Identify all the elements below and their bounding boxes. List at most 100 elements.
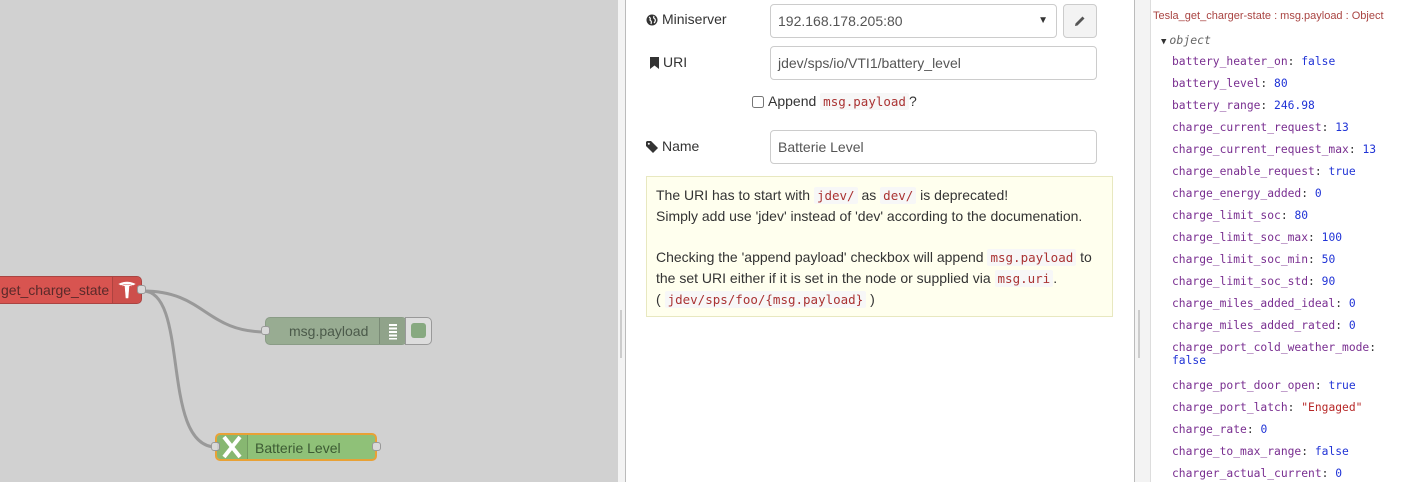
bookmark-icon <box>650 57 659 69</box>
property-key: battery_heater_on <box>1172 55 1288 68</box>
chevron-down-icon: ▼ <box>1038 15 1048 26</box>
loxone-batterie-level-node[interactable]: Batterie Level <box>211 433 381 461</box>
debug-property-row[interactable]: charge_limit_soc_max: 100 <box>1172 231 1342 244</box>
uri-input[interactable]: jdev/sps/io/VTI1/battery_level <box>770 46 1097 80</box>
list-icon <box>379 318 406 344</box>
append-label: Append <box>768 93 817 109</box>
property-value: false <box>1314 445 1349 458</box>
property-key: charge_port_latch <box>1172 401 1288 414</box>
help-tip: The URI has to start with jdev/ as dev/ … <box>646 176 1113 317</box>
input-port[interactable] <box>261 326 270 335</box>
property-value: 246.98 <box>1274 99 1315 112</box>
debug-property-row[interactable]: charge_current_request_max: 13 <box>1172 143 1376 156</box>
property-value: 100 <box>1321 231 1343 244</box>
debug-node[interactable]: msg.payload <box>261 317 407 345</box>
property-value: 13 <box>1335 121 1349 134</box>
property-key: charge_energy_added <box>1172 187 1302 200</box>
property-value: 90 <box>1321 275 1336 288</box>
wire-to-debug <box>142 289 267 334</box>
debug-property-row[interactable]: charge_enable_request: true <box>1172 165 1356 178</box>
debug-property-row[interactable]: battery_level: 80 <box>1172 77 1288 90</box>
editor-resize-handle[interactable] <box>618 0 626 482</box>
toggle-indicator <box>411 323 426 338</box>
miniserver-label: Miniserver <box>646 11 727 27</box>
debug-sidebar: Tesla_get_charger-state : msg.payload : … <box>1151 0 1403 482</box>
caret-down-icon: ▼ <box>1161 37 1167 47</box>
property-key: charge_limit_soc_max <box>1172 231 1309 244</box>
globe-icon <box>646 14 658 26</box>
property-key: charge_limit_soc_std <box>1172 275 1309 288</box>
node-label: Batterie Level <box>255 440 341 456</box>
property-value: "Engaged" <box>1301 401 1363 414</box>
miniserver-value: 192.168.178.205:80 <box>778 13 903 29</box>
property-separator: : <box>1314 379 1329 392</box>
property-key: charge_port_cold_weather_mode <box>1172 341 1370 354</box>
property-separator: : <box>1301 187 1315 200</box>
property-value: true <box>1328 165 1356 178</box>
debug-property-row[interactable]: charge_port_door_open: true <box>1172 379 1356 392</box>
output-port[interactable] <box>372 442 381 451</box>
property-key: charger_actual_current <box>1172 467 1322 480</box>
debug-property-row[interactable]: charge_limit_soc_min: 50 <box>1172 253 1335 266</box>
debug-property-row[interactable]: charge_port_latch: "Engaged" <box>1172 401 1362 414</box>
property-value: 0 <box>1348 297 1356 310</box>
miniserver-select[interactable]: 192.168.178.205:80 ▼ <box>770 4 1057 38</box>
debug-property-row[interactable]: battery_range: 246.98 <box>1172 99 1315 112</box>
property-key: charge_miles_added_ideal <box>1172 297 1336 310</box>
debug-property-row[interactable]: charge_energy_added: 0 <box>1172 187 1322 200</box>
debug-property-row[interactable]: charge_miles_added_ideal: 0 <box>1172 297 1356 310</box>
debug-property-row[interactable]: charge_current_request: 13 <box>1172 121 1349 134</box>
debug-property-row[interactable]: charger_actual_current: 0 <box>1172 467 1342 480</box>
uri-label: URI <box>650 54 687 70</box>
debug-object-root[interactable]: ▼ object <box>1161 33 1211 47</box>
debug-property-row[interactable]: charge_rate: 0 <box>1172 423 1267 436</box>
property-key: charge_limit_soc <box>1172 209 1281 222</box>
edit-miniserver-button[interactable] <box>1063 4 1097 38</box>
debug-message-topic[interactable]: Tesla_get_charger-state : msg.payload : … <box>1153 10 1384 22</box>
sidebar-resize-handle[interactable] <box>1134 0 1151 482</box>
property-separator: : <box>1246 423 1261 436</box>
property-separator: : <box>1335 297 1349 310</box>
wires <box>142 289 267 449</box>
property-value: 0 <box>1260 423 1268 436</box>
property-key: battery_level <box>1172 77 1261 90</box>
grip <box>620 310 622 358</box>
property-separator: : <box>1308 253 1322 266</box>
name-input[interactable]: Batterie Level <box>770 130 1097 164</box>
flow-workspace[interactable]: get_charge_state msg.payload Batterie Le… <box>0 0 618 482</box>
property-key: battery_range <box>1172 99 1261 112</box>
debug-property-row[interactable]: charge_to_max_range: false <box>1172 445 1349 458</box>
property-value: 80 <box>1294 209 1309 222</box>
tesla-get-charge-state-node[interactable]: get_charge_state <box>0 276 146 304</box>
property-value: 50 <box>1321 253 1336 266</box>
property-key: charge_current_request_max <box>1172 143 1349 156</box>
append-payload-checkbox[interactable] <box>752 96 764 108</box>
property-separator: : <box>1321 467 1336 480</box>
property-key: charge_current_request <box>1172 121 1322 134</box>
name-label: Name <box>646 138 699 154</box>
debug-toggle-button[interactable] <box>405 317 432 345</box>
debug-property-row[interactable]: battery_heater_on: false <box>1172 55 1335 68</box>
property-value: false <box>1172 354 1207 367</box>
property-key: charge_limit_soc_min <box>1172 253 1309 266</box>
property-key: charge_to_max_range <box>1172 445 1302 458</box>
property-separator: : <box>1280 209 1295 222</box>
tip-paragraph-2: Checking the 'append payload' checkbox w… <box>656 249 1092 308</box>
node-label: get_charge_state <box>1 282 110 298</box>
property-value: 0 <box>1348 319 1356 332</box>
property-separator: : <box>1335 319 1349 332</box>
property-value: 80 <box>1274 77 1288 90</box>
property-separator: : <box>1348 143 1363 156</box>
append-payload-row: Append msg.payload? <box>752 93 917 110</box>
property-separator: : <box>1308 275 1322 288</box>
property-separator: : <box>1301 445 1315 458</box>
output-port[interactable] <box>137 285 146 294</box>
property-key: charge_port_door_open <box>1172 379 1315 392</box>
append-code: msg.payload <box>820 93 909 110</box>
debug-property-row[interactable]: charge_limit_soc: 80 <box>1172 209 1308 222</box>
debug-property-row[interactable]: charge_port_cold_weather_mode: false <box>1172 341 1376 367</box>
debug-property-row[interactable]: charge_miles_added_rated: 0 <box>1172 319 1356 332</box>
property-separator: : <box>1321 121 1336 134</box>
property-separator: : <box>1369 341 1377 354</box>
debug-property-row[interactable]: charge_limit_soc_std: 90 <box>1172 275 1335 288</box>
